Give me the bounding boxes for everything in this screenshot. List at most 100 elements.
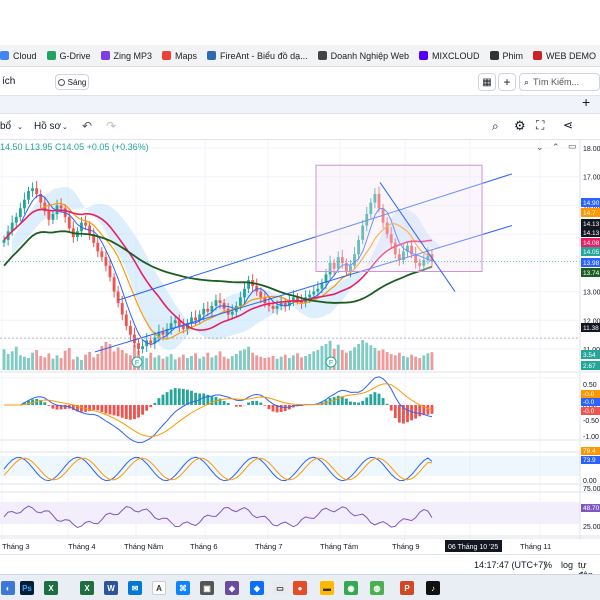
stoch-badge-label: 73.9 — [583, 457, 596, 464]
candle-body — [161, 331, 165, 335]
toolbar-item-indicators[interactable]: bổ — [0, 121, 11, 132]
pane-collapse-icon[interactable]: ⌃ — [552, 142, 560, 153]
volume-bar — [210, 357, 214, 370]
add-button[interactable]: + — [498, 73, 516, 91]
chevron-down-icon[interactable]: ⌄ — [62, 123, 68, 131]
candle-body — [202, 308, 206, 315]
macd-histogram-bar — [377, 393, 381, 405]
percent-toggle[interactable]: % — [544, 560, 552, 570]
chat-icon[interactable]: ◍ — [370, 581, 384, 595]
zalo-icon[interactable]: ● — [293, 581, 307, 595]
word-icon[interactable]: W — [104, 581, 118, 595]
share-icon[interactable]: ⋖ — [563, 118, 573, 132]
bookmark-item[interactable]: Zing MP3 — [100, 51, 152, 61]
bookmark-label: FireAnt - Biểu đồ dạ... — [220, 50, 308, 61]
price-badge-label: 13.98 — [583, 260, 600, 267]
candle-body — [316, 288, 320, 292]
photoshop-icon[interactable]: Ps — [20, 581, 34, 595]
volume-bar — [124, 353, 128, 370]
volume-bar — [426, 353, 430, 370]
text-editor-icon[interactable]: A — [152, 581, 166, 595]
db-icon[interactable]: ◈ — [225, 581, 239, 595]
pane-chevron-icon[interactable]: ⌄ — [536, 142, 544, 153]
gear-icon[interactable]: ⚙ — [514, 118, 526, 134]
candle-body — [259, 291, 263, 298]
undo-icon[interactable]: ↶ — [82, 119, 92, 133]
bookmark-icon — [489, 51, 499, 60]
price-chart[interactable]: FF 18.0017.0016.0015.0014.0013.0012.0011… — [0, 140, 600, 554]
volume-bar — [218, 351, 222, 370]
macd-histogram-bar — [263, 405, 267, 406]
mail-icon[interactable]: ✉ — [128, 581, 142, 595]
volume-bar — [255, 355, 259, 370]
remote-icon[interactable]: ◆ — [250, 581, 264, 595]
chevron-down-icon[interactable]: ⌄ — [17, 123, 23, 131]
candle-body — [22, 199, 26, 209]
macd-histogram-bar — [181, 388, 185, 405]
candle-body — [2, 239, 6, 243]
candle-body — [14, 216, 18, 223]
chrome-icon[interactable]: ◉ — [344, 581, 358, 595]
toolbar-item-profile[interactable]: Hồ sơ — [34, 121, 61, 132]
powerpoint-icon[interactable]: P — [400, 581, 414, 595]
status-bar: 14:17:47 (UTC+7) % log tự độn — [0, 554, 600, 580]
layout-grid-button[interactable]: ▦ — [478, 73, 496, 91]
macd-badge-label: -0.0 — [583, 399, 595, 406]
volume-bar — [353, 347, 356, 370]
volume-bar — [22, 356, 26, 370]
volume-bar — [55, 355, 59, 370]
candle-body — [84, 222, 87, 226]
redo-icon[interactable]: ↷ — [106, 119, 116, 133]
magnifier-icon[interactable]: ⌕ — [492, 119, 499, 134]
browser-icon[interactable]: ◐ — [1, 581, 15, 595]
pane-maximize-icon[interactable]: ▭ — [568, 141, 577, 152]
folder-icon[interactable]: ▬ — [320, 581, 334, 595]
time-axis-label: Tháng Tám — [320, 542, 358, 551]
tiktok-icon[interactable]: ♪ — [426, 581, 440, 595]
bookmark-label: Doanh Nghiệp Web — [330, 50, 409, 61]
macd-histogram-bar — [145, 405, 149, 411]
log-toggle[interactable]: log — [561, 560, 573, 570]
excel-green-icon[interactable]: X — [44, 581, 58, 595]
search-box[interactable]: ⌕ Tìm Kiếm... — [519, 73, 600, 91]
volume-bar — [92, 357, 96, 370]
macd-histogram-bar — [100, 405, 104, 413]
volume-bar — [365, 342, 369, 370]
volume-bar — [59, 358, 63, 370]
bookmark-item[interactable]: FireAnt - Biểu đồ dạ... — [207, 51, 308, 61]
bookmark-item[interactable]: Cloud — [0, 51, 37, 61]
volume-bar — [47, 353, 51, 370]
new-tab-plus-icon[interactable]: + — [582, 94, 590, 110]
chart-toolbar: bổ ⌄ Hồ sơ ⌄ ↶ ↷ ⌕ ⚙ ⛶ ⋖ — [0, 114, 600, 140]
bookmarks-bar: Cloud G-Drive Zing MP3 Maps FireAnt - Biểu đ… — [0, 45, 600, 67]
theme-toggle[interactable]: Sáng — [55, 74, 89, 90]
volume-bar — [181, 354, 185, 370]
candle-body — [218, 300, 222, 304]
fullscreen-icon[interactable]: ⛶ — [536, 118, 544, 133]
dev-tool-icon[interactable]: ⌘ — [176, 581, 190, 595]
excel-icon[interactable]: X — [80, 581, 94, 595]
bookmark-item[interactable]: G-Drive — [46, 50, 91, 61]
volume-bar — [165, 356, 169, 370]
price-badge-label: 13.74 — [583, 270, 600, 277]
bookmark-item[interactable]: Doanh Nghiệp Web — [317, 50, 409, 61]
bookmark-label: Maps — [175, 50, 198, 61]
volume-bar — [406, 357, 409, 370]
volume-bar — [75, 356, 79, 370]
monitor-icon[interactable]: ▭ — [273, 581, 287, 595]
bookmark-item[interactable]: MIXCLOUD — [418, 51, 480, 61]
bookmark-item[interactable]: WEB DEMO — [533, 51, 596, 61]
bookmark-label: G-Drive — [59, 50, 91, 61]
volume-bar — [161, 358, 165, 370]
ohlc-legend: 14.50 L13.95 C14.05 +0.05 (+0.36%) — [0, 142, 149, 152]
volume-bar — [340, 350, 344, 370]
volume-bar — [80, 360, 83, 370]
volume-bar — [31, 352, 34, 370]
macd-histogram-bar — [210, 396, 214, 405]
macd-histogram-bar — [397, 405, 401, 423]
candle-body — [173, 320, 177, 324]
macd-histogram-bar — [141, 405, 145, 415]
app-icon[interactable]: ▣ — [200, 581, 214, 595]
bookmark-item[interactable]: Phim — [489, 51, 523, 61]
bookmark-item[interactable]: Maps — [162, 51, 197, 61]
